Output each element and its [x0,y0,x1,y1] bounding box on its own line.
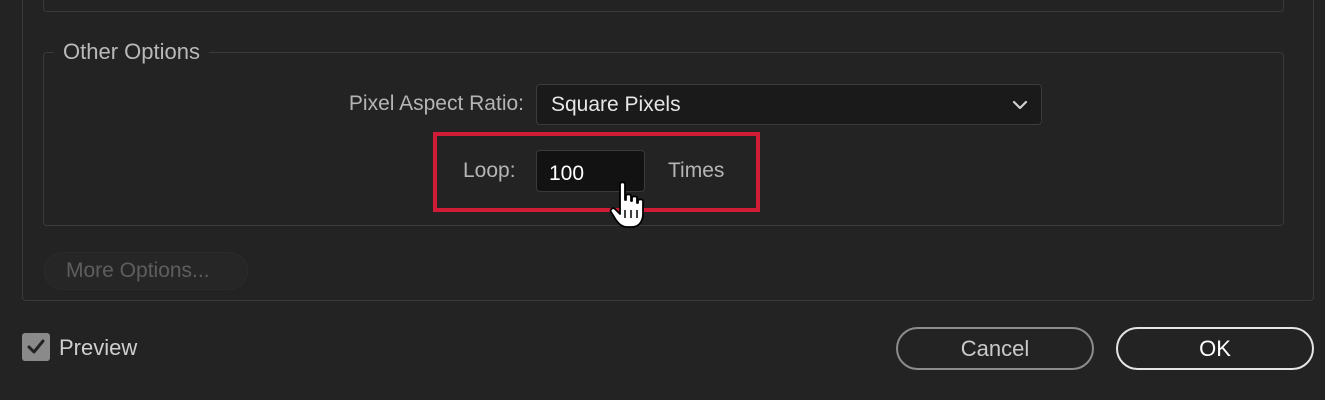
pixel-aspect-ratio-dropdown[interactable]: Square Pixels [536,84,1042,125]
cancel-button[interactable]: Cancel [896,327,1094,370]
loop-unit-label: Times [668,159,725,182]
pixel-aspect-ratio-label: Pixel Aspect Ratio: [348,92,524,115]
previous-group-box [43,0,1284,12]
other-options-title: Other Options [54,38,209,66]
hand-pointer-icon [608,180,650,232]
checkmark-icon [27,339,45,354]
dialog: Other Options Pixel Aspect Ratio: Square… [0,0,1325,400]
preview-label[interactable]: Preview [59,334,137,362]
chevron-down-icon [1011,96,1029,114]
ok-button[interactable]: OK [1116,327,1314,370]
loop-label: Loop: [463,159,516,182]
more-options-button: More Options... [44,252,248,290]
pixel-aspect-ratio-value: Square Pixels [551,93,681,116]
preview-checkbox[interactable] [22,333,50,361]
